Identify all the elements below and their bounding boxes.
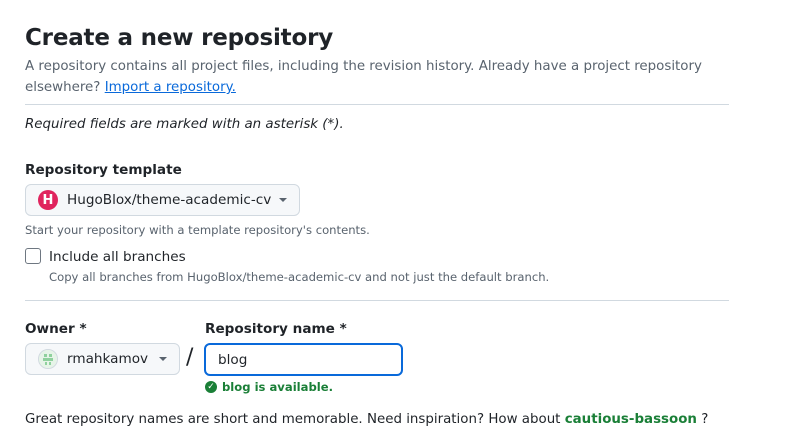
owner-selected-label: rmahkamov xyxy=(67,351,149,367)
owner-label: Owner * xyxy=(25,321,87,337)
template-label: Repository template xyxy=(25,162,182,178)
identicon-avatar xyxy=(39,350,57,368)
template-selected-label: HugoBlox/theme-academic-cv xyxy=(67,192,272,208)
include-all-branches-checkbox[interactable] xyxy=(25,248,41,264)
owner-avatar xyxy=(38,349,58,369)
owner-dropdown-button[interactable]: rmahkamov xyxy=(25,343,180,375)
check-circle-fill-icon: ✓ xyxy=(205,381,217,393)
page-intro: A repository contains all project files,… xyxy=(25,56,725,98)
section-divider xyxy=(25,104,729,105)
include-branches-helper-text: Copy all branches from HugoBlox/theme-ac… xyxy=(49,270,550,284)
triangle-down-icon xyxy=(159,357,167,361)
availability-text: blog is available. xyxy=(222,380,334,394)
suggested-name-link[interactable]: cautious-bassoon xyxy=(565,412,697,427)
suggestion-prefix: Great repository names are short and mem… xyxy=(25,412,561,427)
template-helper-text: Start your repository with a template re… xyxy=(25,223,370,237)
section-divider xyxy=(25,300,729,301)
template-dropdown-button[interactable]: H HugoBlox/theme-academic-cv xyxy=(25,184,300,216)
page-title: Create a new repository xyxy=(25,25,334,51)
hugoblox-logo-icon: H xyxy=(38,190,58,210)
name-availability-status: ✓ blog is available. xyxy=(205,379,333,395)
owner-repo-separator: / xyxy=(186,345,194,370)
repository-name-input[interactable] xyxy=(204,343,403,376)
repository-name-label: Repository name * xyxy=(205,321,347,337)
name-suggestion: Great repository names are short and mem… xyxy=(25,409,708,430)
new-repository-page: Create a new repository A repository con… xyxy=(0,0,794,447)
suggestion-suffix: ? xyxy=(701,412,709,427)
triangle-down-icon xyxy=(279,198,287,202)
include-all-branches-label[interactable]: Include all branches xyxy=(49,247,186,267)
import-repository-link[interactable]: Import a repository. xyxy=(105,80,236,95)
required-fields-note: Required fields are marked with an aster… xyxy=(25,117,344,132)
